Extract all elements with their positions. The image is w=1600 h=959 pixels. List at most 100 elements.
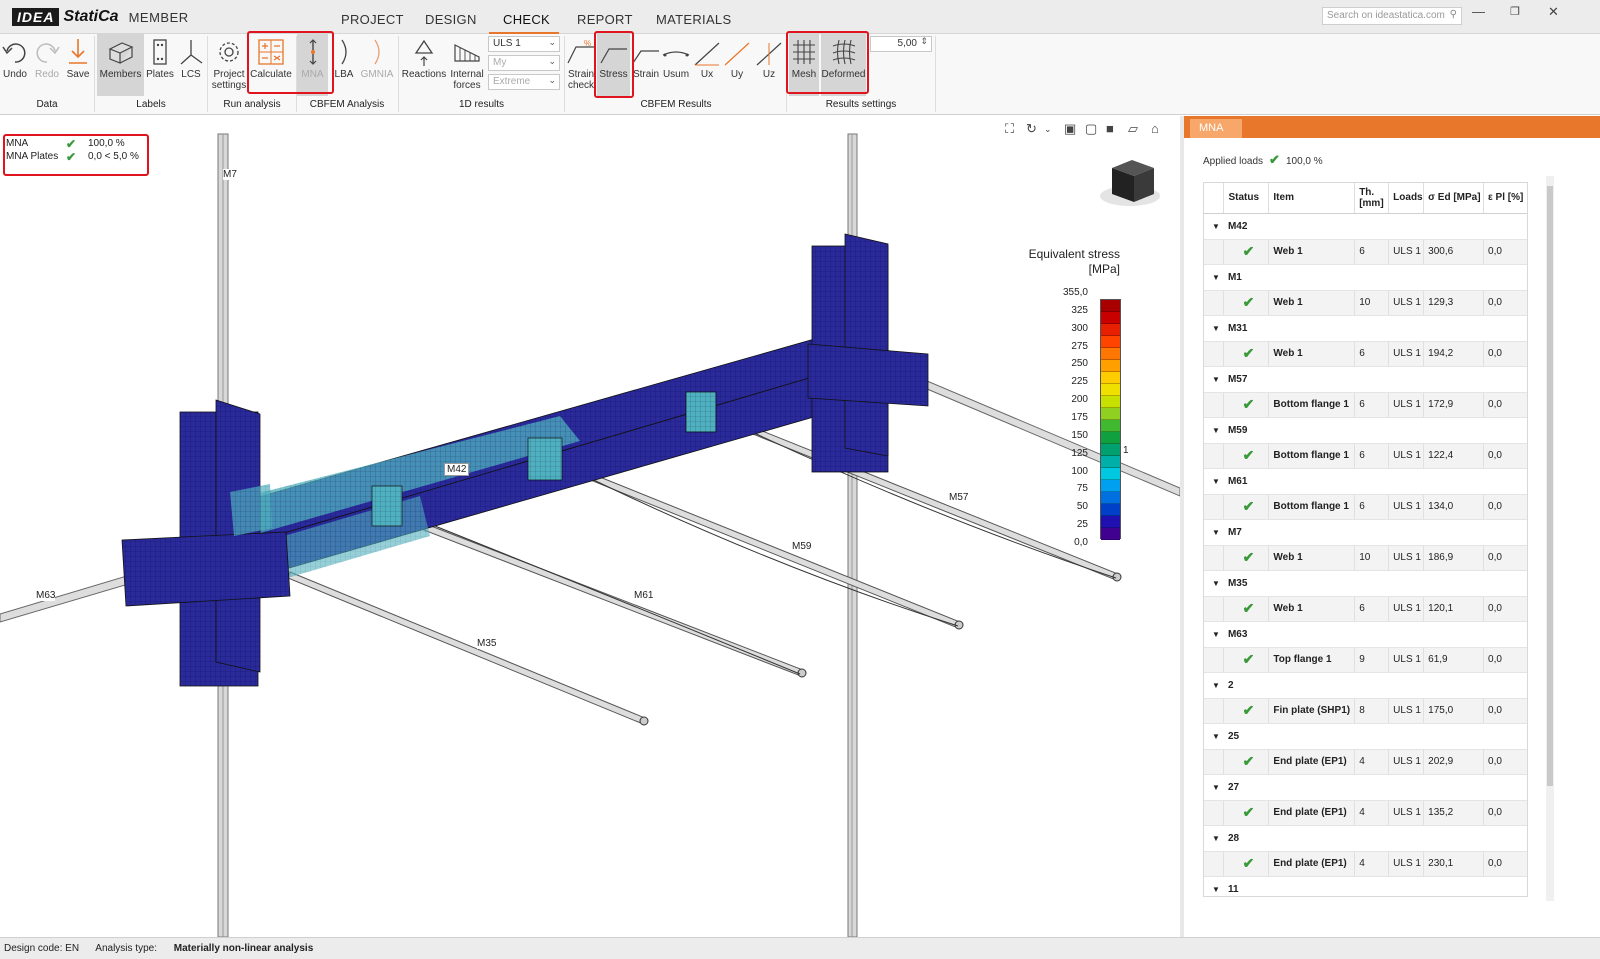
table-group-row[interactable]: ▼ 11 xyxy=(1204,876,1527,896)
tab-mna[interactable]: MNA xyxy=(1190,119,1242,138)
collapse-toggle-icon[interactable]: ▼ xyxy=(1204,468,1224,495)
view-wireframe-icon[interactable]: ▣ xyxy=(1064,121,1076,137)
table-group-row[interactable]: ▼ 27 xyxy=(1204,774,1527,801)
uy-button[interactable]: Uy xyxy=(723,37,751,97)
stiffener-plate-2[interactable] xyxy=(527,437,563,481)
tab-materials[interactable]: MATERIALS xyxy=(656,12,731,27)
spinner-icon[interactable]: ⇕ xyxy=(920,36,928,47)
collapse-toggle-icon[interactable]: ▼ xyxy=(1204,876,1224,896)
collapse-toggle-icon[interactable]: ▼ xyxy=(1204,825,1224,852)
member-label[interactable]: M35 xyxy=(477,638,497,649)
joint-left-mesh[interactable] xyxy=(121,399,291,687)
view-transparent-icon[interactable]: ▢ xyxy=(1085,121,1097,137)
header-eps[interactable]: ε Pl [%] xyxy=(1483,183,1527,214)
collapse-toggle-icon[interactable]: ▼ xyxy=(1204,366,1224,393)
search-icon[interactable]: ⚲ xyxy=(1450,9,1457,20)
results-table[interactable]: Status Item Th. [mm] Loads σ Ed [MPa] ε P… xyxy=(1203,182,1528,897)
redo-button[interactable]: Redo xyxy=(33,37,61,97)
member-label[interactable]: M7 xyxy=(223,169,237,180)
collapse-toggle-icon[interactable]: ▼ xyxy=(1204,519,1224,546)
3d-viewport[interactable]: M7 M42 M57 M59 M61 M35 M63 MNA ✔ 100,0 %… xyxy=(0,116,1180,937)
table-group-row[interactable]: ▼ M7 xyxy=(1204,519,1527,546)
table-row[interactable]: ✔ Bottom flange 1 6 ULS 1 134,0 0,0 xyxy=(1204,494,1527,520)
view-plane-icon[interactable]: ▱ xyxy=(1128,121,1138,137)
collapse-toggle-icon[interactable]: ▼ xyxy=(1204,723,1224,750)
internal-forces-button[interactable]: Internal forces xyxy=(448,37,486,97)
table-group-row[interactable]: ▼ 2 xyxy=(1204,672,1527,699)
table-row[interactable]: ✔ Top flange 1 9 ULS 1 61,9 0,0 xyxy=(1204,647,1527,673)
navigation-cube-icon[interactable] xyxy=(1100,160,1160,206)
usum-button[interactable]: Usum xyxy=(661,37,691,97)
lba-button[interactable]: LBA xyxy=(330,37,358,97)
header-sigma[interactable]: σ Ed [MPa] xyxy=(1423,183,1485,214)
collapse-toggle-icon[interactable]: ▼ xyxy=(1204,672,1224,699)
table-group-row[interactable]: ▼ M35 xyxy=(1204,570,1527,597)
undo-button[interactable]: Undo xyxy=(1,37,29,97)
collapse-toggle-icon[interactable]: ▼ xyxy=(1204,417,1224,444)
load-case-select[interactable]: ULS 1 ⌄ xyxy=(488,36,560,52)
stiffener-plate-1[interactable] xyxy=(371,485,403,527)
tab-project[interactable]: PROJECT xyxy=(341,12,404,27)
strain-check-button[interactable]: % Strain check xyxy=(566,37,596,97)
joint-right-mesh[interactable] xyxy=(807,233,929,473)
table-group-row[interactable]: ▼ 28 xyxy=(1204,825,1527,852)
chevron-down-icon[interactable]: ⌄ xyxy=(1044,124,1052,135)
table-row[interactable]: ✔ Web 1 6 ULS 1 194,2 0,0 xyxy=(1204,341,1527,367)
member-label[interactable]: M59 xyxy=(792,541,812,552)
component-select[interactable]: My ⌄ xyxy=(488,55,560,71)
collapse-toggle-icon[interactable]: ▼ xyxy=(1204,264,1224,291)
table-row[interactable]: ✔ Bottom flange 1 6 ULS 1 172,9 0,0 xyxy=(1204,392,1527,418)
tab-design[interactable]: DESIGN xyxy=(425,12,477,27)
view-solid-icon[interactable]: ■ xyxy=(1106,121,1114,136)
table-row[interactable]: ✔ End plate (EP1) 4 ULS 1 135,2 0,0 xyxy=(1204,800,1527,826)
project-settings-button[interactable]: Project settings xyxy=(210,37,248,97)
header-item[interactable]: Item xyxy=(1268,183,1356,214)
header-status[interactable]: Status xyxy=(1223,183,1270,214)
members-button[interactable]: Members xyxy=(97,34,144,96)
header-loads[interactable]: Loads xyxy=(1388,183,1425,214)
member-label[interactable]: M57 xyxy=(949,492,969,503)
table-group-row[interactable]: ▼ M1 xyxy=(1204,264,1527,291)
plates-button[interactable]: Plates xyxy=(146,37,174,97)
collapse-toggle-icon[interactable]: ▼ xyxy=(1204,621,1224,648)
close-icon[interactable]: ✕ xyxy=(1548,4,1559,20)
search-input[interactable]: Search on ideastatica.com ⚲ xyxy=(1322,7,1462,25)
table-group-row[interactable]: ▼ M31 xyxy=(1204,315,1527,342)
beam-m63[interactable] xyxy=(0,571,143,623)
minimize-icon[interactable]: — xyxy=(1472,4,1485,19)
member-label[interactable]: M42 xyxy=(444,463,470,476)
collapse-toggle-icon[interactable]: ▼ xyxy=(1204,774,1224,801)
stiffener-plate-3[interactable] xyxy=(685,391,717,433)
uz-button[interactable]: Uz xyxy=(754,37,784,97)
save-button[interactable]: Save xyxy=(64,37,92,97)
rotate-view-icon[interactable]: ↻ xyxy=(1026,121,1037,137)
table-group-row[interactable]: ▼ 25 xyxy=(1204,723,1527,750)
collapse-toggle-icon[interactable]: ▼ xyxy=(1204,213,1224,240)
scrollbar[interactable] xyxy=(1546,176,1554,901)
table-row[interactable]: ✔ Web 1 10 ULS 1 186,9 0,0 xyxy=(1204,545,1527,571)
header-thickness[interactable]: Th. [mm] xyxy=(1354,183,1390,214)
model-scene[interactable] xyxy=(0,116,1180,937)
restore-icon[interactable]: ❐ xyxy=(1510,5,1520,18)
table-group-row[interactable]: ▼ M59 xyxy=(1204,417,1527,444)
table-group-row[interactable]: ▼ M42 xyxy=(1204,213,1527,240)
table-row[interactable]: ✔ End plate (EP1) 4 ULS 1 202,9 0,0 xyxy=(1204,749,1527,775)
tab-check[interactable]: CHECK xyxy=(503,12,550,27)
collapse-toggle-icon[interactable]: ▼ xyxy=(1204,315,1224,342)
table-group-row[interactable]: ▼ M61 xyxy=(1204,468,1527,495)
strain-button[interactable]: Strain xyxy=(631,37,661,97)
table-group-row[interactable]: ▼ M57 xyxy=(1204,366,1527,393)
reactions-button[interactable]: Reactions xyxy=(401,37,447,97)
table-group-row[interactable]: ▼ M63 xyxy=(1204,621,1527,648)
fit-view-icon[interactable]: ⛶ xyxy=(1005,121,1014,137)
deformation-scale-input[interactable]: 5,00 ⇕ xyxy=(870,36,932,52)
ux-button[interactable]: Ux xyxy=(693,37,721,97)
table-row[interactable]: ✔ Fin plate (SHP1) 8 ULS 1 175,0 0,0 xyxy=(1204,698,1527,724)
member-label[interactable]: M61 xyxy=(634,590,654,601)
home-view-icon[interactable]: ⌂ xyxy=(1151,121,1159,136)
extreme-select[interactable]: Extreme ⌄ xyxy=(488,74,560,90)
scrollbar-thumb[interactable] xyxy=(1547,186,1553,786)
member-label[interactable]: M63 xyxy=(36,590,56,601)
tab-report[interactable]: REPORT xyxy=(577,12,633,27)
table-row[interactable]: ✔ Web 1 6 ULS 1 300,6 0,0 xyxy=(1204,239,1527,265)
